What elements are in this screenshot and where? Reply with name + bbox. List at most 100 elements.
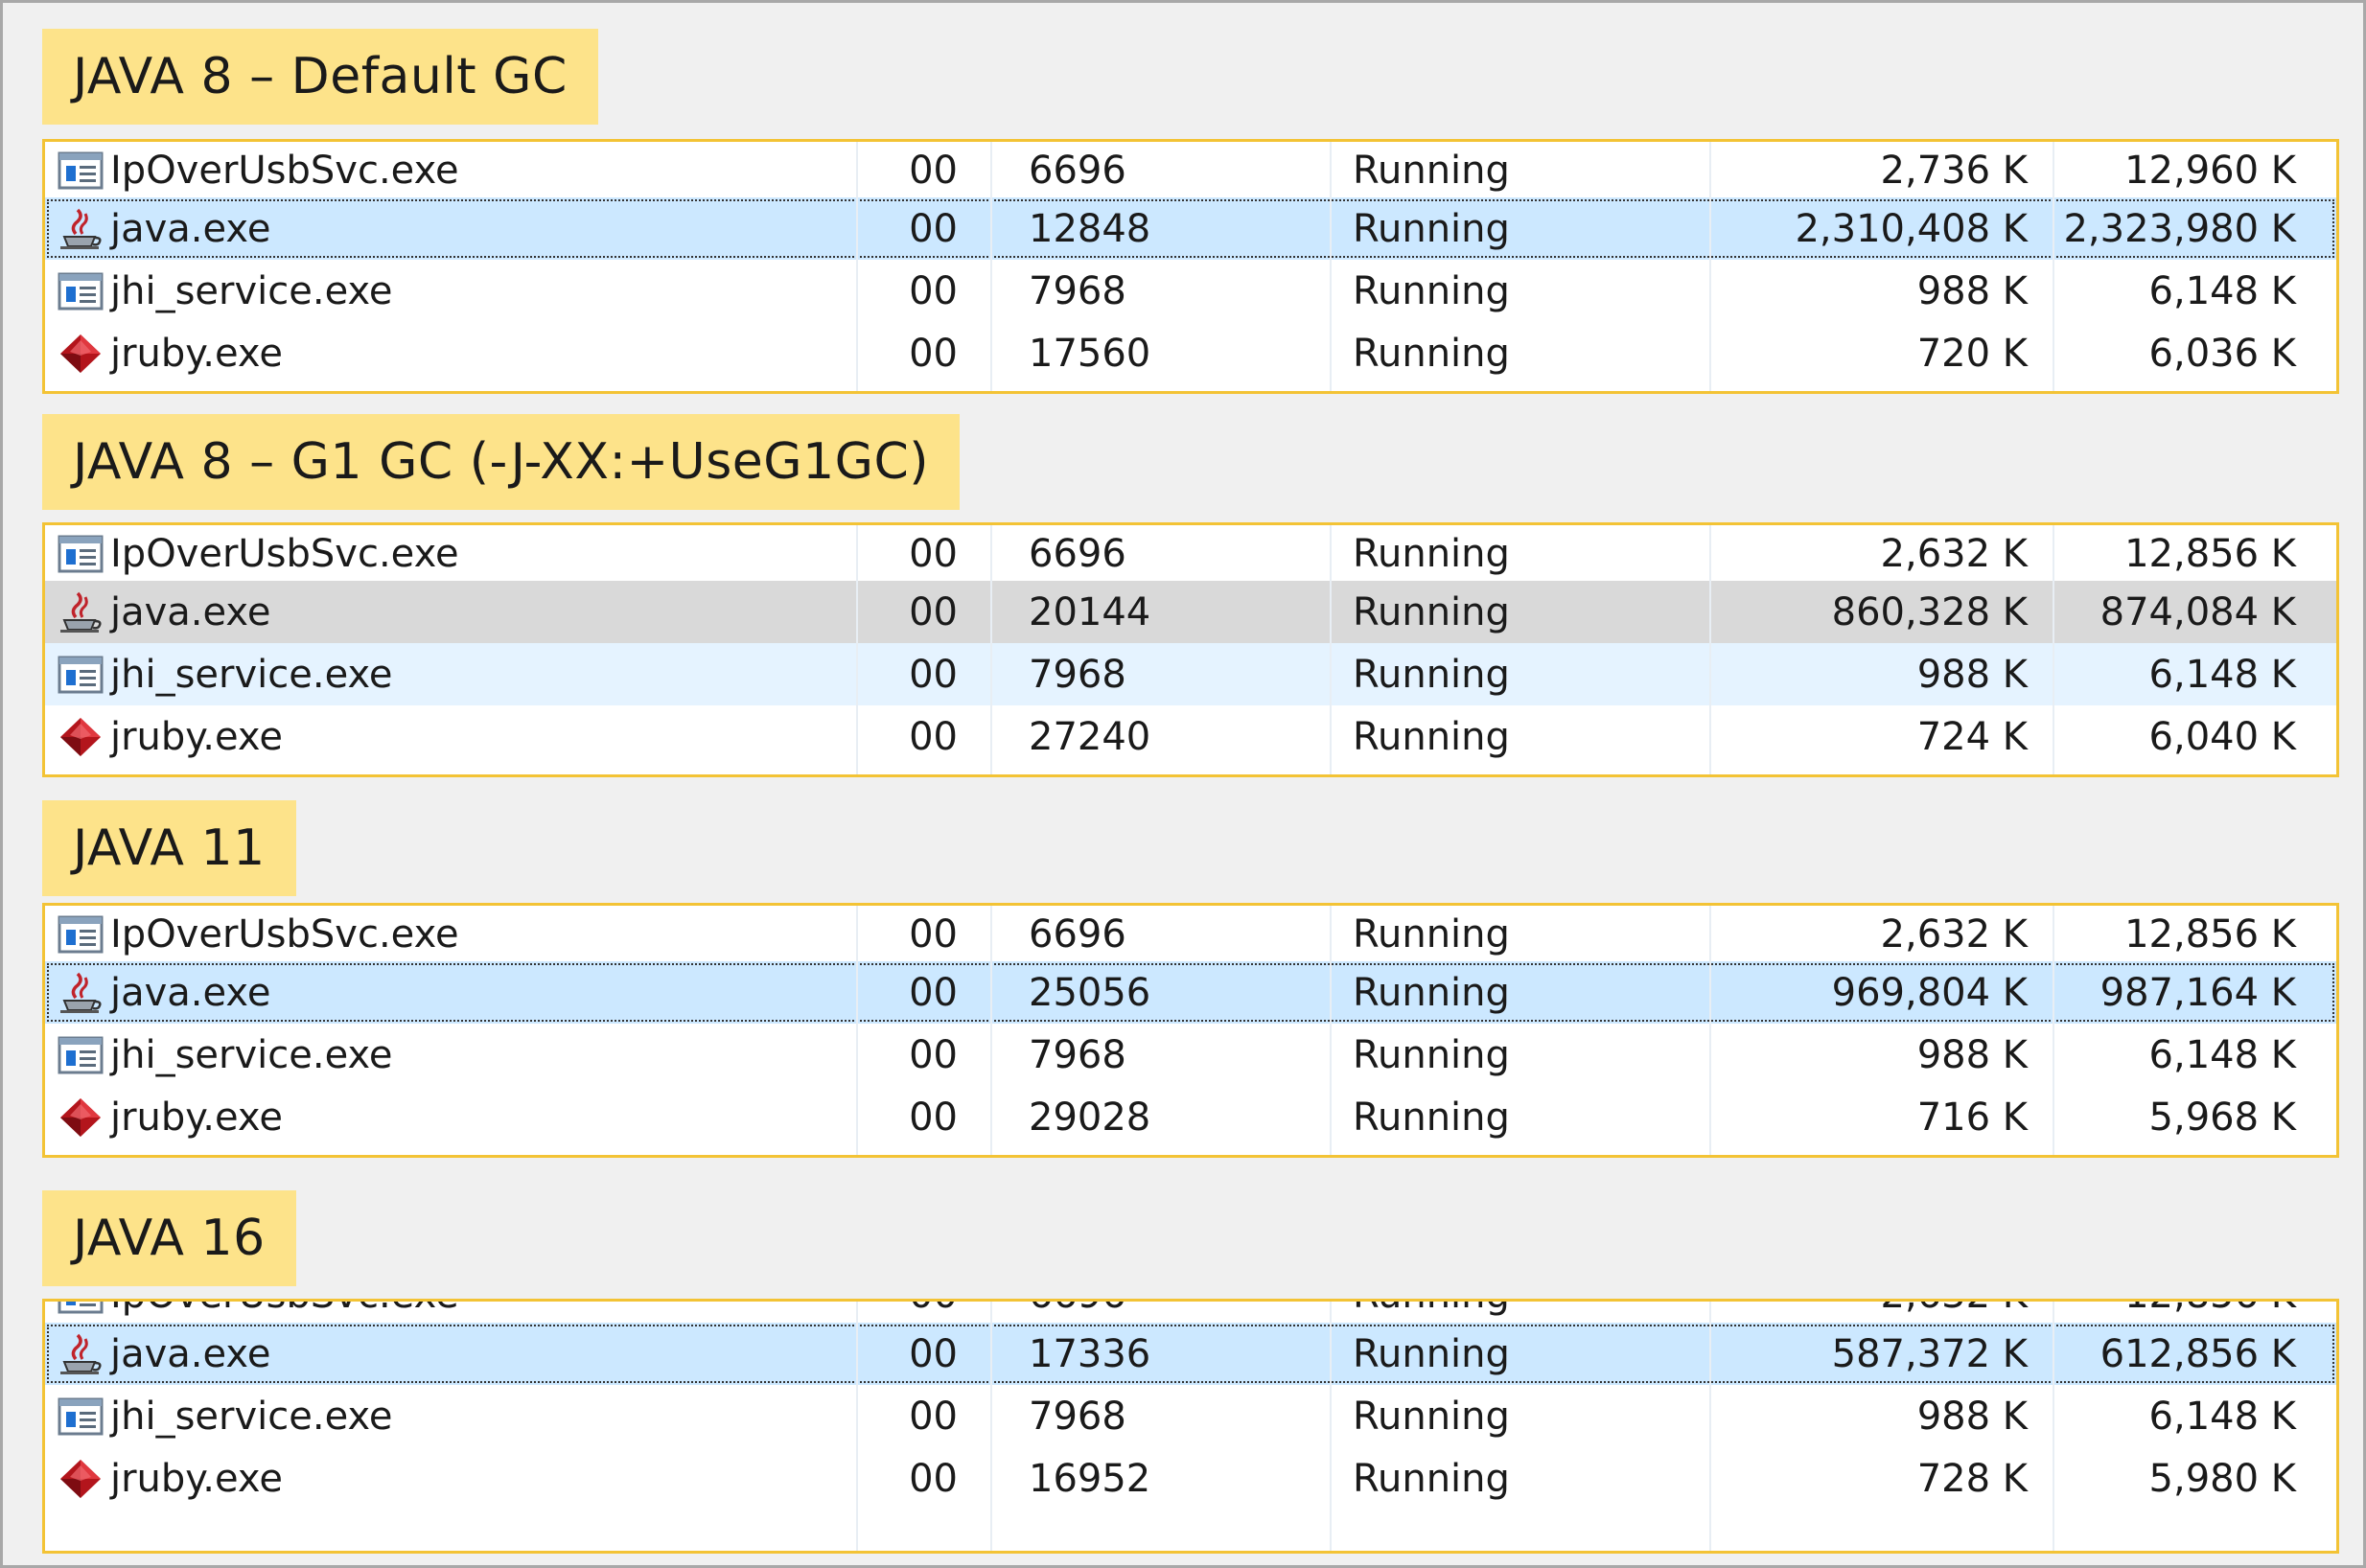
process-name-cell[interactable]: IpOverUsbSvc.exe — [45, 144, 856, 197]
process-name-cell[interactable]: java.exe — [45, 581, 856, 643]
service-window-icon — [57, 654, 104, 696]
table-row[interactable]: IpOverUsbSvc.exe006696Running2,632 K12,8… — [45, 1302, 2336, 1323]
table-row[interactable]: java.exe 00 25056 Running 969,804 K 987,164 K — [45, 961, 2336, 1024]
service-window-icon — [57, 270, 104, 312]
table-row[interactable]: jhi_service.exe 00 7968 Running 988 K 6,148 K — [45, 1385, 2336, 1447]
pid: 16952 — [1029, 1456, 1151, 1501]
memory-private-working-set: 720 K — [1916, 331, 2028, 376]
process-name-cell[interactable]: IpOverUsbSvc.exe — [45, 1302, 856, 1323]
process-name-cell[interactable]: jruby.exe — [45, 1447, 856, 1510]
memory-private-working-set: 2,310,408 K — [1795, 206, 2028, 251]
status: Running — [1353, 1394, 1510, 1439]
session-id: 00 — [909, 268, 958, 313]
session-id: 00 — [909, 206, 958, 251]
process-name-cell[interactable]: jhi_service.exe — [45, 1024, 856, 1086]
memory-commit-size: 6,148 K — [2148, 268, 2296, 313]
service-window-icon — [57, 1395, 104, 1438]
memory-private-working-set: 724 K — [1916, 714, 2028, 759]
memory-private-working-set: 2,632 K — [1880, 532, 2028, 576]
process-name: jhi_service.exe — [110, 1394, 393, 1439]
process-name: java.exe — [110, 1331, 271, 1376]
status: Running — [1353, 1095, 1510, 1140]
column-divider — [856, 1302, 858, 1551]
process-name-cell[interactable]: IpOverUsbSvc.exe — [45, 908, 856, 961]
table-row[interactable]: java.exe 00 12848 Running 2,310,408 K 2,323,9… — [45, 197, 2336, 260]
column-divider — [2053, 525, 2054, 774]
status: Running — [1353, 970, 1510, 1015]
process-name-cell[interactable]: jhi_service.exe — [45, 1385, 856, 1447]
java-cup-icon — [57, 208, 104, 250]
pid: 20144 — [1029, 589, 1151, 634]
service-window-icon — [57, 150, 104, 192]
memory-commit-size: 6,040 K — [2148, 714, 2296, 759]
process-table: IpOverUsbSvc.exe006696Running2,632 K12,8… — [42, 1299, 2339, 1554]
table-row[interactable]: jhi_service.exe 00 7968 Running 988 K 6,148 K — [45, 260, 2336, 322]
session-id: 00 — [856, 1302, 990, 1323]
pid: 7968 — [1029, 1394, 1126, 1439]
status: Running — [1353, 912, 1510, 957]
process-name-cell[interactable]: java.exe — [45, 961, 856, 1024]
status: Running — [1353, 532, 1510, 576]
process-name: IpOverUsbSvc.exe — [110, 1302, 459, 1317]
column-divider — [1330, 142, 1332, 391]
column-divider — [1330, 1302, 1332, 1551]
memory-private-working-set: 728 K — [1916, 1456, 2028, 1501]
table-row[interactable]: jhi_service.exe 00 7968 Running 988 K 6,148 K — [45, 643, 2336, 705]
process-table: IpOverUsbSvc.exe 00 6696 Running 2,736 K 12,9… — [42, 139, 2339, 394]
column-divider — [990, 1302, 992, 1551]
table-row[interactable]: jruby.exe 00 29028 Running 716 K 5,968 K — [45, 1086, 2336, 1148]
process-name: jruby.exe — [110, 331, 283, 376]
table-row[interactable]: jhi_service.exe 00 7968 Running 988 K 6,148 K — [45, 1024, 2336, 1086]
status: Running — [1353, 149, 1510, 193]
memory-commit-size: 12,856 K — [2124, 532, 2296, 576]
column-divider — [2053, 906, 2054, 1155]
table-row[interactable]: jruby.exe 00 27240 Running 724 K 6,040 K — [45, 705, 2336, 768]
section-label: JAVA 8 – G1 GC (-J-XX:+UseG1GC) — [42, 414, 961, 510]
pid: 6696 — [1029, 532, 1126, 576]
status: Running — [1353, 1456, 1510, 1501]
column-divider — [856, 142, 858, 391]
status: Running — [1353, 1331, 1510, 1376]
table-row[interactable]: jruby.exe 00 17560 Running 720 K 6,036 K — [45, 322, 2336, 384]
memory-commit-size: 12,856 K — [2053, 1302, 2331, 1323]
table-row[interactable]: java.exe 00 17336 Running 587,372 K 612,856 K — [45, 1323, 2336, 1385]
ruby-gem-icon — [57, 1458, 104, 1500]
process-name-cell[interactable]: IpOverUsbSvc.exe — [45, 527, 856, 581]
process-name-cell[interactable]: jruby.exe — [45, 1086, 856, 1148]
memory-commit-size: 12,856 K — [2124, 912, 2296, 957]
column-divider — [990, 142, 992, 391]
process-name-cell[interactable]: java.exe — [45, 197, 856, 260]
session-id: 00 — [909, 1095, 958, 1140]
session-id: 00 — [909, 714, 958, 759]
status: Running — [1353, 714, 1510, 759]
process-name: java.exe — [110, 206, 271, 251]
table-row[interactable]: java.exe 00 20144 Running 860,328 K 874,084 K — [45, 581, 2336, 643]
table-row[interactable]: IpOverUsbSvc.exe 00 6696 Running 2,736 K 12,9… — [45, 144, 2336, 197]
pid: 12848 — [1029, 206, 1151, 251]
memory-private-working-set: 969,804 K — [1831, 970, 2028, 1015]
process-name: IpOverUsbSvc.exe — [110, 149, 459, 193]
process-name-cell[interactable]: jhi_service.exe — [45, 643, 856, 705]
memory-private-working-set: 988 K — [1916, 268, 2028, 313]
pid: 17336 — [1029, 1331, 1151, 1376]
process-name-cell[interactable]: jruby.exe — [45, 322, 856, 384]
session-id: 00 — [909, 532, 958, 576]
table-row[interactable]: IpOverUsbSvc.exe006696Running2,632 K12,8… — [45, 908, 2336, 961]
process-name-cell[interactable]: jruby.exe — [45, 705, 856, 768]
pid: 6696 — [1029, 912, 1126, 957]
session-id: 00 — [909, 970, 958, 1015]
table-row[interactable]: jruby.exe 00 16952 Running 728 K 5,980 K — [45, 1447, 2336, 1510]
ruby-gem-icon — [57, 1096, 104, 1139]
process-name-cell[interactable]: java.exe — [45, 1323, 856, 1385]
pid: 6696 — [1029, 149, 1126, 193]
process-table: IpOverUsbSvc.exe006696Running2,632 K12,8… — [42, 903, 2339, 1158]
process-name: jhi_service.exe — [110, 652, 393, 697]
process-name-cell[interactable]: jhi_service.exe — [45, 260, 856, 322]
process-name: jhi_service.exe — [110, 1032, 393, 1077]
service-window-icon — [57, 913, 104, 956]
table-row[interactable]: IpOverUsbSvc.exe 00 6696 Running 2,632 K 12,8… — [45, 527, 2336, 581]
memory-commit-size: 2,323,980 K — [2063, 206, 2296, 251]
process-name: IpOverUsbSvc.exe — [110, 532, 459, 576]
section-label: JAVA 11 — [42, 800, 296, 896]
status: Running — [1353, 206, 1510, 251]
